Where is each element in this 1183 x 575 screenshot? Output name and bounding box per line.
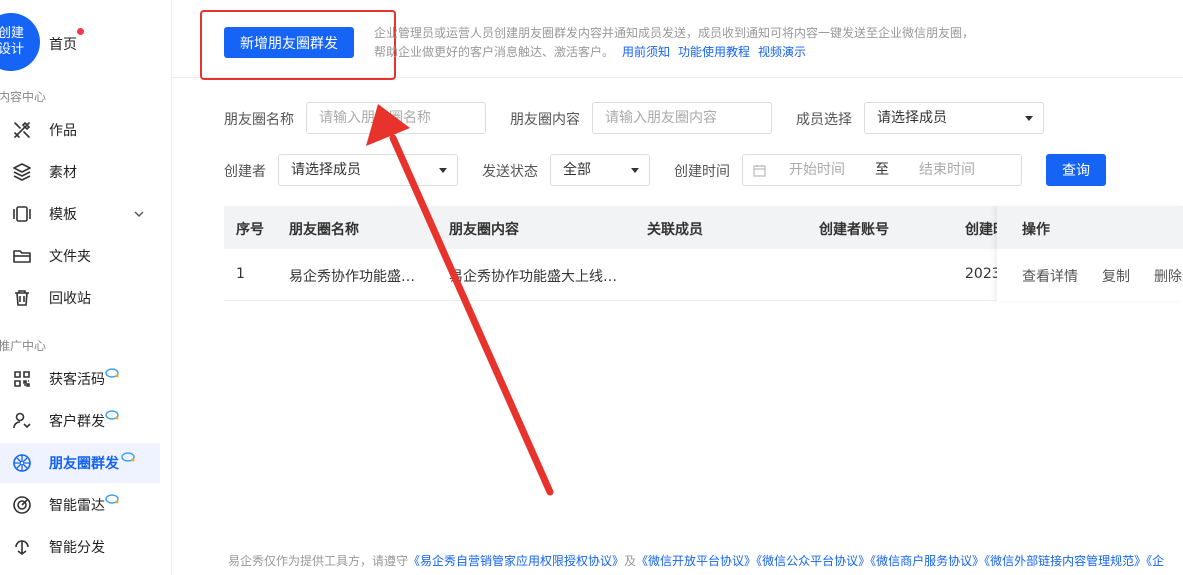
chevron-down-icon xyxy=(134,211,144,217)
footer-link-more[interactable]: 《企 xyxy=(1146,554,1164,568)
footer-disclaimer: 易企秀仅作为提供工具方，请遵守《易企秀自营销管家应用权限授权协议》及《微信开放平… xyxy=(228,552,1164,569)
footer-link-public-platform[interactable]: 《微信公众平台协议》 xyxy=(756,554,870,568)
end-time-placeholder[interactable]: 结束时间 xyxy=(919,155,975,185)
video-demo-link[interactable]: 视频演示 xyxy=(758,45,806,59)
column-header-creator: 创建者账号 xyxy=(819,222,889,238)
sidebar-item-label: 模板 xyxy=(49,207,77,223)
sidebar-item-label: 智能雷达 xyxy=(49,498,105,514)
ai-badge-icon xyxy=(105,494,119,504)
row-content: 易企秀协作功能盛大上线… xyxy=(449,269,617,285)
app-logo[interactable]: 创建 设计 xyxy=(0,13,40,71)
nav-home[interactable]: 首页 xyxy=(49,34,77,54)
creator-select-value: 请选择成员 xyxy=(291,162,361,178)
page-description: 企业管理员或运营人员创建朋友圈群发内容并通知成员发送，成员收到通知可将内容一键发… xyxy=(374,24,994,62)
moments-name-label: 朋友圈名称 xyxy=(224,112,294,128)
ai-badge-icon xyxy=(105,410,119,420)
creator-label: 创建者 xyxy=(224,164,266,180)
created-time-label: 创建时间 xyxy=(674,164,730,180)
copy-link[interactable]: 复制 xyxy=(1102,266,1130,286)
query-button[interactable]: 查询 xyxy=(1046,154,1106,186)
footer-link-external-links[interactable]: 《微信外部链接内容管理规范》 xyxy=(984,554,1146,568)
footer-link-merchant[interactable]: 《微信商户服务协议》 xyxy=(870,554,984,568)
section-promo-center: 推广中心 xyxy=(0,339,47,353)
moments-name-input[interactable]: 请输入朋友圈名称 xyxy=(306,102,486,134)
delete-link[interactable]: 删除 xyxy=(1154,266,1182,286)
sidebar-item-materials[interactable]: 素材 xyxy=(0,152,160,192)
caret-down-icon xyxy=(631,168,639,173)
operations-column: 操作 查看详情 复制 删除 xyxy=(997,206,1183,301)
user-broadcast-icon xyxy=(13,412,31,429)
sidebar-item-label: 回收站 xyxy=(49,291,91,307)
sidebar-item-distribute[interactable]: 智能分发 xyxy=(0,527,160,567)
calendar-icon xyxy=(753,165,766,177)
radar-icon xyxy=(13,496,31,514)
distribute-icon xyxy=(15,540,29,555)
moments-content-input[interactable]: 请输入朋友圈内容 xyxy=(592,102,772,134)
description-line-2: 帮助企业做更好的客户消息触达、激活客户。 用前须知 功能使用教程 视频演示 xyxy=(374,43,994,62)
tutorial-link[interactable]: 功能使用教程 xyxy=(678,45,750,59)
column-header-member: 关联成员 xyxy=(647,222,703,238)
trash-icon xyxy=(15,290,29,306)
layers-icon xyxy=(13,163,31,181)
ai-badge-icon xyxy=(105,368,119,378)
notification-dot xyxy=(77,28,84,35)
sidebar-item-label: 朋友圈群发 xyxy=(49,456,119,472)
caret-down-icon xyxy=(1025,116,1033,121)
start-time-placeholder[interactable]: 开始时间 xyxy=(789,155,845,185)
view-details-link[interactable]: 查看详情 xyxy=(1022,266,1078,286)
column-header-operations: 操作 xyxy=(1022,222,1050,238)
sidebar-item-qrcode[interactable]: 获客活码 xyxy=(0,359,160,399)
folder-icon xyxy=(13,250,31,263)
sidebar-item-recycle[interactable]: 回收站 xyxy=(0,278,160,318)
date-range-picker[interactable]: 开始时间 至 结束时间 xyxy=(742,154,1022,186)
send-status-select[interactable]: 全部 xyxy=(550,154,650,186)
send-status-value: 全部 xyxy=(563,162,591,178)
footer-and: 及 xyxy=(624,554,637,568)
member-select-value: 请选择成员 xyxy=(877,110,947,126)
template-icon xyxy=(13,206,31,222)
description-line-1: 企业管理员或运营人员创建朋友圈群发内容并通知成员发送，成员收到通知可将内容一键发… xyxy=(374,26,975,40)
sidebar-item-templates[interactable]: 模板 xyxy=(0,194,160,234)
column-header-index: 序号 xyxy=(236,222,264,238)
caret-down-icon xyxy=(439,168,447,173)
row-index: 1 xyxy=(236,266,245,282)
moments-content-label: 朋友圈内容 xyxy=(510,112,580,128)
ai-badge-icon xyxy=(121,452,135,462)
sidebar-item-radar[interactable]: 智能雷达 xyxy=(0,485,160,525)
column-header-created-time: 创建时 xyxy=(965,222,997,238)
row-created-time: 2023 xyxy=(965,266,997,282)
send-status-label: 发送状态 xyxy=(482,164,538,180)
sidebar-item-customer-broadcast[interactable]: 客户群发 xyxy=(0,401,160,441)
member-select-label: 成员选择 xyxy=(796,112,852,128)
section-content-center: 内容中心 xyxy=(0,90,47,104)
description-text: 帮助企业做更好的客户消息触达、激活客户。 xyxy=(374,45,615,59)
footer-link-authorization[interactable]: 《易企秀自营销管家应用权限授权协议》 xyxy=(408,554,624,568)
moments-icon xyxy=(13,454,31,472)
sidebar-item-label: 素材 xyxy=(49,165,77,181)
tools-icon xyxy=(14,121,31,138)
range-separator: 至 xyxy=(875,162,889,178)
sidebar-item-label: 文件夹 xyxy=(49,249,91,265)
usage-notice-link[interactable]: 用前须知 xyxy=(622,45,670,59)
row-name: 易企秀协作功能盛… xyxy=(289,269,415,285)
row-member xyxy=(647,266,687,282)
sidebar-item-moments[interactable]: 朋友圈群发 xyxy=(0,443,160,483)
creator-select[interactable]: 请选择成员 xyxy=(278,154,458,186)
footer-link-open-platform[interactable]: 《微信开放平台协议》 xyxy=(636,554,756,568)
sidebar-item-folder[interactable]: 文件夹 xyxy=(0,236,160,276)
footer-prefix: 易企秀仅作为提供工具方，请遵守 xyxy=(228,554,409,568)
sidebar-item-label: 客户群发 xyxy=(49,414,105,430)
qrcode-icon xyxy=(14,371,30,387)
sidebar-item-works[interactable]: 作品 xyxy=(0,110,160,150)
sidebar: 创建 设计 首页 内容中心 作品 素材 模板 文件夹 回收站 推广中心 获客活码… xyxy=(0,0,172,575)
column-header-content: 朋友圈内容 xyxy=(449,222,519,238)
logo-text: 创建 设计 xyxy=(0,26,24,57)
column-header-name: 朋友圈名称 xyxy=(289,222,359,238)
sidebar-item-label: 智能分发 xyxy=(49,540,105,556)
operations-header-cell: 操作 xyxy=(997,206,1183,249)
member-select[interactable]: 请选择成员 xyxy=(864,102,1044,134)
add-moments-broadcast-button[interactable]: 新增朋友圈群发 xyxy=(224,27,354,58)
sidebar-item-label: 作品 xyxy=(49,123,77,139)
sidebar-item-label: 获客活码 xyxy=(49,372,105,388)
